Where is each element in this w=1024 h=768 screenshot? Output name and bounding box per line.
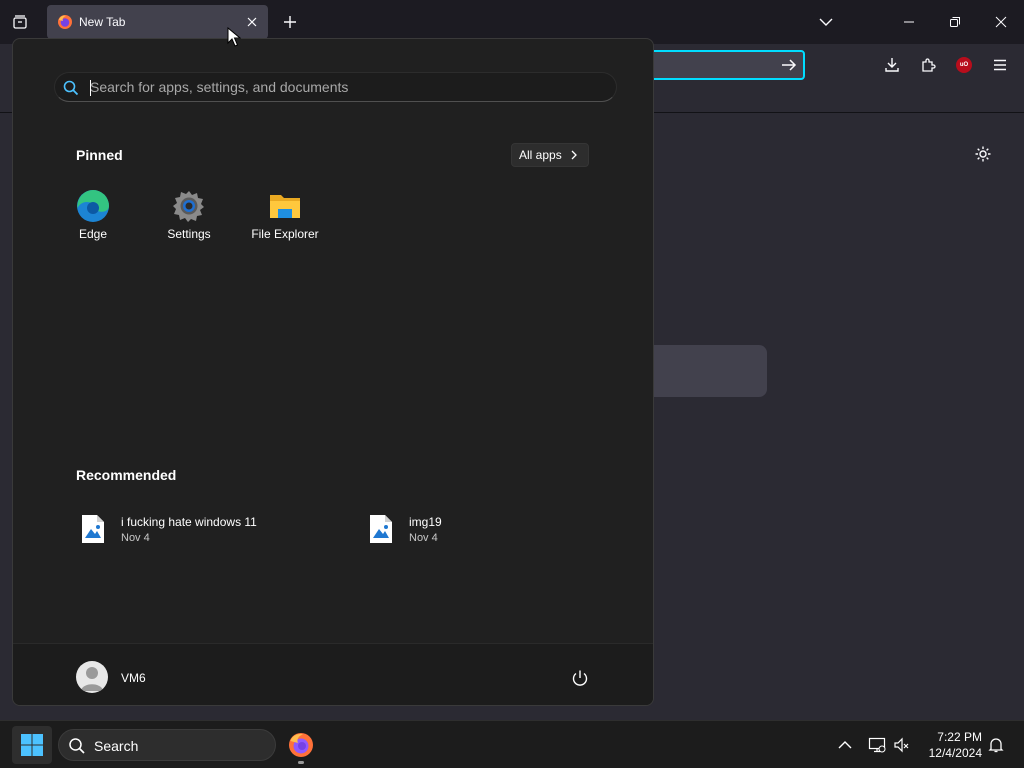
start-menu: Pinned All apps Edge Settings File Explo… [12,38,654,706]
close-icon [247,17,257,27]
chevron-up-icon [838,741,852,749]
start-menu-footer: VM6 [13,643,653,705]
text-caret [90,80,91,96]
clock-time: 7:22 PM [937,730,982,744]
windows-logo-icon [21,734,43,756]
all-apps-label: All apps [519,148,562,162]
restore-button[interactable] [940,7,970,37]
start-search-input[interactable] [90,73,610,101]
pinned-app-settings[interactable]: Settings [144,189,234,249]
taskbar-search-box[interactable]: Search [58,729,276,761]
image-file-icon [370,515,392,543]
pinned-app-label: Settings [167,227,211,241]
all-apps-button[interactable]: All apps [511,143,589,167]
gear-icon [975,146,991,162]
folder-icon [270,195,300,218]
new-tab-settings-button[interactable] [971,142,995,166]
bell-icon [988,738,1004,753]
chevron-down-icon [819,18,833,26]
tab-list-icon [13,15,27,29]
network-icon [868,737,886,753]
minimize-icon [904,21,914,23]
speaker-muted-icon [894,737,909,753]
pinned-app-file-explorer[interactable]: File Explorer [240,189,330,249]
image-file-icon [82,515,104,543]
recommended-item-date: Nov 4 [121,531,150,544]
tab-close-button[interactable] [240,10,264,34]
pinned-heading: Pinned [76,147,123,163]
pinned-app-label: Edge [78,227,108,241]
pinned-app-edge[interactable]: Edge [48,189,138,249]
search-icon [63,80,79,96]
recommended-item-name: img19 [409,514,442,529]
taskbar: Search 7:22 PM 12/4/2024 [0,720,1024,768]
firefox-favicon-icon [58,15,72,29]
volume-button[interactable] [892,735,912,755]
system-clock[interactable]: 7:22 PM 12/4/2024 [918,729,982,761]
start-button[interactable] [12,726,52,764]
tab-overflow-button[interactable] [811,7,841,37]
pinned-app-label: File Explorer [251,227,319,241]
running-indicator [298,761,304,764]
taskbar-search-label: Search [94,738,139,754]
puzzle-piece-icon [922,58,936,72]
edge-icon [77,190,109,222]
list-all-tabs-button[interactable] [8,10,32,34]
notifications-button[interactable] [986,735,1006,755]
app-menu-button[interactable] [987,52,1013,78]
settings-gear-icon [173,191,204,222]
show-hidden-icons-button[interactable] [835,735,855,755]
recommended-heading: Recommended [76,467,177,483]
user-icon [81,667,103,691]
close-icon [995,16,1007,28]
search-icon [69,738,85,754]
recommended-item-name: i fucking hate windows 11 [121,514,257,529]
downloads-button[interactable] [879,52,905,78]
ublock-origin-icon: uO [956,57,972,73]
user-name[interactable]: VM6 [121,671,146,685]
ublock-origin-button[interactable]: uO [951,52,977,78]
new-tab-button[interactable] [278,10,302,34]
power-button[interactable] [569,667,591,689]
restore-icon [950,17,960,27]
tab-title: New Tab [79,15,126,29]
go-button[interactable] [779,55,799,75]
taskbar-app-firefox[interactable] [285,729,317,761]
plus-icon [284,16,296,28]
minimize-button[interactable] [894,7,924,37]
recommended-item-date: Nov 4 [409,531,438,544]
user-avatar[interactable] [76,661,108,693]
mouse-cursor-icon [227,27,241,47]
recommended-item[interactable]: img19 Nov 4 [369,509,442,549]
extensions-button[interactable] [915,52,941,78]
clock-date: 12/4/2024 [928,746,982,760]
arrow-right-icon [782,59,797,71]
power-icon [572,670,588,686]
network-status-button[interactable] [867,735,887,755]
chevron-right-icon [571,150,577,160]
start-search-box[interactable] [54,72,617,102]
firefox-icon [289,733,313,757]
download-icon [885,58,899,72]
close-window-button[interactable] [986,7,1016,37]
recommended-item[interactable]: i fucking hate windows 11 Nov 4 [81,509,257,549]
hamburger-menu-icon [994,59,1006,71]
